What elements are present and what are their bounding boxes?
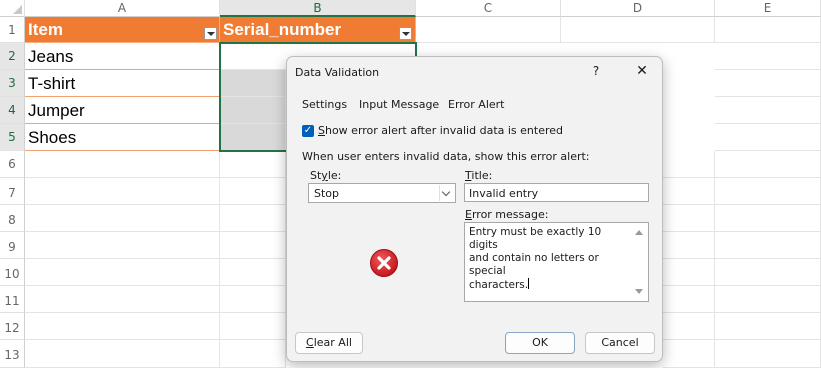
row-header-13[interactable]: 13 xyxy=(0,340,25,368)
row-header-11[interactable]: 11 xyxy=(0,286,25,313)
header-cell-serial-number[interactable]: Serial_number xyxy=(220,17,416,43)
cell-c1[interactable] xyxy=(416,17,561,43)
cell-b6[interactable] xyxy=(220,151,286,178)
show-error-alert-checkbox[interactable]: ✓ xyxy=(302,125,314,137)
header-serial-label: Serial_number xyxy=(223,20,342,39)
data-validation-dialog: Data Validation ? ✕ Settings Input Messa… xyxy=(286,56,663,362)
cell-b7[interactable] xyxy=(220,178,286,205)
tab-error-alert[interactable]: Error Alert xyxy=(448,98,505,111)
cell-a13[interactable] xyxy=(25,340,220,368)
row-header-9[interactable]: 9 xyxy=(0,232,25,259)
filter-dropdown-icon[interactable] xyxy=(204,27,217,40)
cell-e3[interactable] xyxy=(715,70,821,97)
checkmark-icon: ✓ xyxy=(303,125,313,136)
cell-a10[interactable] xyxy=(25,259,220,286)
column-header-a[interactable]: A xyxy=(25,0,220,17)
cell-d8[interactable] xyxy=(663,205,715,232)
cell-e9[interactable] xyxy=(715,232,821,259)
cell-b9[interactable] xyxy=(220,232,286,259)
cell-a7[interactable] xyxy=(25,178,220,205)
cell-item[interactable]: T-shirt xyxy=(25,70,220,97)
help-button[interactable]: ? xyxy=(589,64,603,78)
cell-a6[interactable] xyxy=(25,151,220,178)
cell-e6[interactable] xyxy=(715,151,821,178)
cell-d9[interactable] xyxy=(663,232,715,259)
cell-d7[interactable] xyxy=(663,178,715,205)
clear-all-button[interactable]: Clear All xyxy=(295,332,363,354)
row-header-10[interactable]: 10 xyxy=(0,259,25,286)
title-label: Title: xyxy=(465,169,493,182)
style-select-value: Stop xyxy=(314,187,340,200)
cell-e4[interactable] xyxy=(715,97,821,124)
cell-d11[interactable] xyxy=(663,286,715,313)
cell-e13[interactable] xyxy=(715,340,821,368)
tab-settings[interactable]: Settings xyxy=(302,98,347,111)
cell-b11[interactable] xyxy=(220,286,286,313)
error-message-label: Error message: xyxy=(465,208,549,221)
cell-e8[interactable] xyxy=(715,205,821,232)
scroll-up-arrow-icon[interactable] xyxy=(635,230,643,235)
style-select[interactable]: Stop xyxy=(308,183,456,203)
row-header-3[interactable]: 3 xyxy=(0,70,25,97)
cell-b10[interactable] xyxy=(220,259,286,286)
cell-a11[interactable] xyxy=(25,286,220,313)
cancel-button[interactable]: Cancel xyxy=(585,332,655,354)
scroll-down-arrow-icon[interactable] xyxy=(635,289,643,294)
cell-a12[interactable] xyxy=(25,313,220,340)
cell-e1[interactable] xyxy=(715,17,821,43)
cell-a8[interactable] xyxy=(25,205,220,232)
cell-a9[interactable] xyxy=(25,232,220,259)
ok-button[interactable]: OK xyxy=(505,332,575,354)
cell-d12[interactable] xyxy=(663,313,715,340)
chevron-down-icon[interactable] xyxy=(439,185,453,201)
cell-d6[interactable] xyxy=(663,151,715,178)
row-header-4[interactable]: 4 xyxy=(0,97,25,124)
stop-error-icon xyxy=(370,249,398,277)
column-header-e[interactable]: E xyxy=(715,0,821,17)
column-header-c[interactable]: C xyxy=(416,0,561,17)
cell-item[interactable]: Shoes xyxy=(25,124,220,151)
cell-b13[interactable] xyxy=(220,340,286,368)
title-input-value: Invalid entry xyxy=(469,187,539,200)
cell-d13[interactable] xyxy=(663,340,715,368)
select-all-corner[interactable] xyxy=(0,0,25,17)
row-header-12[interactable]: 12 xyxy=(0,313,25,340)
column-header-d[interactable]: D xyxy=(561,0,715,17)
tab-input-message[interactable]: Input Message xyxy=(359,98,439,111)
style-label: Style: xyxy=(310,169,342,182)
filter-dropdown-icon[interactable] xyxy=(399,27,412,40)
cell-e10[interactable] xyxy=(715,259,821,286)
cell-e11[interactable] xyxy=(715,286,821,313)
header-cell-item[interactable]: Item xyxy=(25,17,220,43)
error-message-textarea[interactable]: Entry must be exactly 10 digits and cont… xyxy=(464,222,649,302)
title-input[interactable]: Invalid entry xyxy=(464,183,649,202)
column-header-b[interactable]: B xyxy=(220,0,416,17)
instruction-text: When user enters invalid data, show this… xyxy=(302,150,590,163)
close-button[interactable]: ✕ xyxy=(631,61,653,81)
cell-serial-number[interactable] xyxy=(220,124,286,151)
dialog-title: Data Validation xyxy=(295,66,380,79)
cell-e7[interactable] xyxy=(715,178,821,205)
cell-d10[interactable] xyxy=(663,259,715,286)
row-header-7[interactable]: 7 xyxy=(0,178,25,205)
cell-item[interactable]: Jeans xyxy=(25,43,220,70)
header-item-label: Item xyxy=(28,20,63,39)
error-message-value: Entry must be exactly 10 digits and cont… xyxy=(469,226,629,292)
cell-serial-number[interactable] xyxy=(220,70,286,97)
row-header-5[interactable]: 5 xyxy=(0,124,25,151)
row-header-8[interactable]: 8 xyxy=(0,205,25,232)
cell-d1[interactable] xyxy=(561,17,715,43)
cell-serial-number[interactable] xyxy=(220,97,286,124)
cell-b12[interactable] xyxy=(220,313,286,340)
cell-b8[interactable] xyxy=(220,205,286,232)
row-header-6[interactable]: 6 xyxy=(0,151,25,178)
cell-e5[interactable] xyxy=(715,124,821,151)
cell-e12[interactable] xyxy=(715,313,821,340)
row-header-1[interactable]: 1 xyxy=(0,17,25,43)
row-header-2[interactable]: 2 xyxy=(0,43,25,70)
cell-item[interactable]: Jumper xyxy=(25,97,220,124)
show-error-alert-label[interactable]: Show error alert after invalid data is e… xyxy=(318,124,563,137)
cell-e2[interactable] xyxy=(715,43,821,70)
